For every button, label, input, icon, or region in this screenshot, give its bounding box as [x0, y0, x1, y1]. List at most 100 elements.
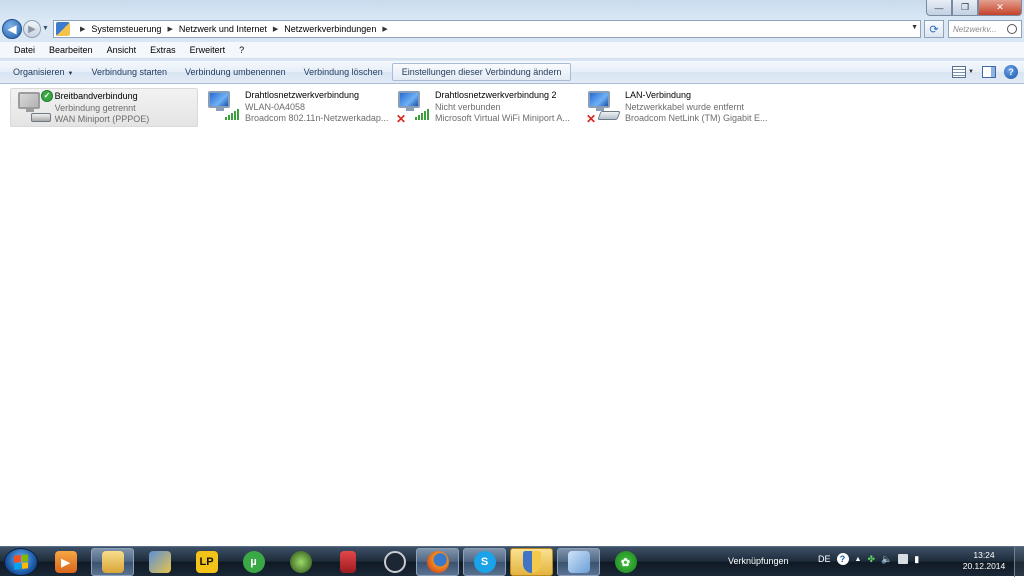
taskbar-utorrent[interactable]: µ — [232, 548, 275, 576]
control-panel-icon — [56, 22, 70, 36]
navigation-bar: ◀ ▶ ▼ ▶ Systemsteuerung ▶ Netzwerk und I… — [0, 18, 1024, 40]
window-controls: — ❐ ✕ — [926, 0, 1022, 16]
breadcrumb-netzwerkverbindungen[interactable]: Netzwerkverbindungen — [284, 24, 376, 34]
organize-button[interactable]: Organisieren ▼ — [4, 64, 82, 80]
connection-name: Drahtlosnetzwerkverbindung — [245, 90, 360, 100]
clock-date: 20.12.2014 — [962, 561, 1006, 571]
delete-connection-button[interactable]: Verbindung löschen — [295, 64, 392, 80]
menu-datei[interactable]: Datei — [7, 45, 42, 55]
menu-bearbeiten[interactable]: Bearbeiten — [42, 45, 100, 55]
address-dropdown-icon[interactable]: ▼ — [911, 24, 918, 31]
breadcrumb-systemsteuerung[interactable]: Systemsteuerung — [91, 24, 161, 34]
chevron-right-icon[interactable]: ▶ — [167, 25, 172, 33]
minimize-button[interactable]: — — [926, 0, 952, 16]
taskbar-firefox[interactable] — [416, 548, 459, 576]
wireless-connection-icon: ✕ — [395, 89, 433, 125]
chevron-down-icon: ▼ — [67, 71, 74, 77]
language-indicator[interactable]: DE — [818, 554, 831, 564]
start-button[interactable] — [4, 548, 38, 576]
taskbar-lp-app[interactable]: LP — [185, 548, 228, 576]
connection-name: LAN-Verbindung — [625, 90, 692, 100]
maximize-button[interactable]: ❐ — [952, 0, 978, 16]
disconnected-x-icon: ✕ — [396, 112, 407, 126]
network-connections-icon — [567, 551, 590, 573]
chevron-right-icon[interactable]: ▶ — [273, 25, 278, 33]
connection-status: Netzwerkkabel wurde entfernt — [625, 101, 745, 112]
preview-pane-icon[interactable] — [982, 66, 996, 78]
view-options-chevron-icon[interactable]: ▼ — [968, 69, 974, 75]
wireless-connection-icon — [205, 89, 243, 125]
back-button[interactable]: ◀ — [2, 19, 22, 39]
icq-icon: ✿ — [614, 551, 637, 573]
taskbar-security[interactable] — [510, 548, 553, 576]
taskbar-app[interactable] — [279, 548, 322, 576]
breadcrumb-netzwerk-und-internet[interactable]: Netzwerk und Internet — [179, 24, 267, 34]
checkmark-icon: ✓ — [41, 90, 53, 102]
taskbar-file-explorer[interactable] — [91, 548, 134, 576]
skype-icon: S — [473, 551, 496, 573]
connection-device: Microsoft Virtual WiFi Miniport A... — [435, 113, 570, 123]
show-hidden-icons-icon[interactable]: ▲ — [855, 556, 862, 563]
clover-tray-icon[interactable]: ✤ — [867, 554, 875, 565]
wifi-signal-icon — [415, 108, 429, 120]
windows-logo-icon — [14, 554, 28, 570]
connection-device: WAN Miniport (PPPOE) — [54, 114, 150, 124]
forward-button[interactable]: ▶ — [23, 20, 41, 38]
power-tray-icon[interactable] — [898, 554, 909, 564]
taskbar-icq[interactable]: ✿ — [604, 548, 647, 576]
recent-pages-dropdown[interactable]: ▼ — [42, 25, 49, 32]
connection-item-drahtlos[interactable]: Drahtlosnetzwerkverbindung WLAN-0A4058 B… — [201, 88, 389, 127]
firefox-icon — [426, 551, 449, 573]
volume-icon[interactable]: 🔈 — [881, 554, 892, 565]
menu-erweitert[interactable]: Erweitert — [183, 45, 233, 55]
connection-device: Broadcom NetLink (TM) Gigabit E... — [625, 113, 768, 123]
search-input[interactable]: Netzwerkv... — [948, 20, 1022, 38]
change-settings-button[interactable]: Einstellungen dieser Verbindung ändern — [391, 63, 572, 81]
chevron-right-icon[interactable]: ▶ — [382, 25, 387, 33]
refresh-icon: ⟳ — [929, 23, 939, 36]
rename-connection-button[interactable]: Verbindung umbenennen — [176, 64, 295, 80]
lan-connection-icon: ✕ — [585, 89, 623, 125]
taskbar-network-connections[interactable] — [557, 548, 600, 576]
taskbar-pinned-app[interactable] — [138, 548, 181, 576]
taskbar-q-app[interactable] — [373, 548, 416, 576]
start-connection-button[interactable]: Verbindung starten — [82, 64, 176, 80]
chevron-right-icon[interactable]: ▶ — [80, 25, 85, 33]
refresh-button[interactable]: ⟳ — [924, 20, 944, 38]
address-bar[interactable]: ▶ Systemsteuerung ▶ Netzwerk und Interne… — [53, 20, 921, 38]
connection-item-drahtlos-2[interactable]: ✕ Drahtlosnetzwerkverbindung 2 Nicht ver… — [391, 88, 579, 127]
wifi-signal-icon — [225, 108, 239, 120]
connection-name: Breitbandverbindung — [54, 91, 138, 101]
connections-list: ✓ Breitbandverbindung Verbindung getrenn… — [0, 85, 1024, 546]
clock-time: 13:24 — [973, 550, 995, 560]
change-view-icon[interactable] — [952, 66, 967, 78]
connection-item-breitband[interactable]: ✓ Breitbandverbindung Verbindung getrenn… — [10, 88, 198, 127]
broadband-connection-icon: ✓ — [15, 90, 53, 126]
close-button[interactable]: ✕ — [978, 0, 1022, 16]
security-shield-icon — [522, 551, 541, 573]
organize-label: Organisieren — [13, 67, 65, 77]
system-tray: DE ? ▲ ✤ 🔈 ▮ — [818, 553, 919, 565]
menu-ansicht[interactable]: Ansicht — [100, 45, 144, 55]
command-bar: Organisieren ▼ Verbindung starten Verbind… — [0, 61, 1024, 84]
taskbar-media-player[interactable]: ▶ — [44, 548, 87, 576]
app-icon — [289, 551, 312, 573]
help-icon[interactable]: ? — [1004, 65, 1018, 79]
taskbar-skype[interactable]: S — [463, 548, 506, 576]
menu-extras[interactable]: Extras — [143, 45, 183, 55]
lp-app-icon: LP — [195, 551, 218, 573]
connection-status: Verbindung getrennt — [54, 102, 136, 113]
connection-status: Nicht verbunden — [435, 101, 501, 112]
view-controls: ▼ ? — [952, 65, 1018, 79]
search-icon[interactable] — [1007, 24, 1017, 34]
help-tray-icon[interactable]: ? — [836, 553, 849, 565]
show-desktop-button[interactable] — [1014, 547, 1024, 577]
network-tray-icon[interactable]: ▮ — [914, 554, 919, 565]
connection-item-lan[interactable]: ✕ LAN-Verbindung Netzwerkkabel wurde ent… — [581, 88, 769, 127]
clock[interactable]: 13:24 20.12.2014 — [960, 550, 1008, 572]
arrow-left-icon: ◀ — [7, 22, 17, 36]
menu-help[interactable]: ? — [232, 45, 251, 55]
utorrent-icon: µ — [242, 551, 265, 573]
links-toolbar-label[interactable]: Verknüpfungen — [728, 556, 789, 566]
taskbar-book-app[interactable] — [326, 548, 369, 576]
